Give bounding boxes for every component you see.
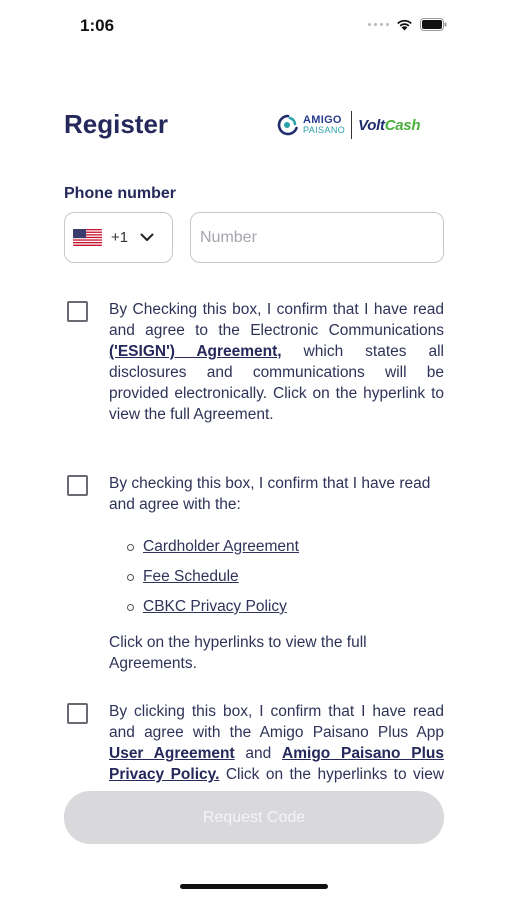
user-agreement-consent-text: By clicking this box, I confirm that I h… <box>109 703 444 783</box>
agreements-consent-text: By checking this box, I confirm that I h… <box>109 475 431 513</box>
esign-consent-text: By Checking this box, I confirm that I h… <box>109 301 444 423</box>
cbkc-privacy-policy-link[interactable]: CBKC Privacy Policy <box>143 598 287 616</box>
user-agreement-link[interactable]: User Agreement <box>109 745 235 762</box>
esign-consent-checkbox[interactable] <box>67 301 88 322</box>
agreements-list: Cardholder Agreement Fee Schedule CBKC P… <box>127 532 299 622</box>
cardholder-agreement-link[interactable]: Cardholder Agreement <box>143 538 299 556</box>
user-agreement-consent-checkbox[interactable] <box>67 703 88 724</box>
wifi-icon <box>397 19 412 31</box>
agreements-footer-text: Click on the hyperlinks to view the full… <box>109 634 367 672</box>
phone-number-label: Phone number <box>64 185 177 202</box>
list-item: CBKC Privacy Policy <box>127 592 299 622</box>
request-code-button[interactable]: Request Code <box>64 791 444 844</box>
country-code-value: +1 <box>111 229 129 246</box>
bullet-icon <box>127 573 134 581</box>
status-bar: 1:06 <box>0 0 507 52</box>
logo-paisano-text: PAISANO <box>303 125 346 135</box>
phone-number-input[interactable] <box>190 212 444 263</box>
status-icons <box>368 18 447 31</box>
bullet-icon <box>127 603 134 611</box>
voltcash-logo: VoltCash <box>358 116 421 134</box>
amigo-paisano-logo-icon <box>277 114 298 136</box>
country-code-select[interactable]: +1 <box>64 212 173 263</box>
chevron-down-icon <box>140 233 154 241</box>
list-item: Cardholder Agreement <box>127 532 299 562</box>
brand-logo: AMIGO PAISANO VoltCash <box>276 110 421 140</box>
page-title: Register <box>64 109 169 139</box>
us-flag-icon <box>73 229 102 246</box>
bullet-icon <box>127 543 134 551</box>
agreements-consent-checkbox[interactable] <box>67 475 88 496</box>
home-indicator[interactable] <box>180 884 328 889</box>
logo-amigo-text: AMIGO <box>303 114 342 126</box>
status-time: 1:06 <box>80 16 115 35</box>
signal-icon <box>368 23 389 26</box>
battery-icon <box>420 18 447 31</box>
esign-agreement-link[interactable]: ('ESIGN') Agreement, <box>109 343 282 360</box>
logo-divider <box>351 111 353 139</box>
list-item: Fee Schedule <box>127 562 299 592</box>
fee-schedule-link[interactable]: Fee Schedule <box>143 568 239 586</box>
